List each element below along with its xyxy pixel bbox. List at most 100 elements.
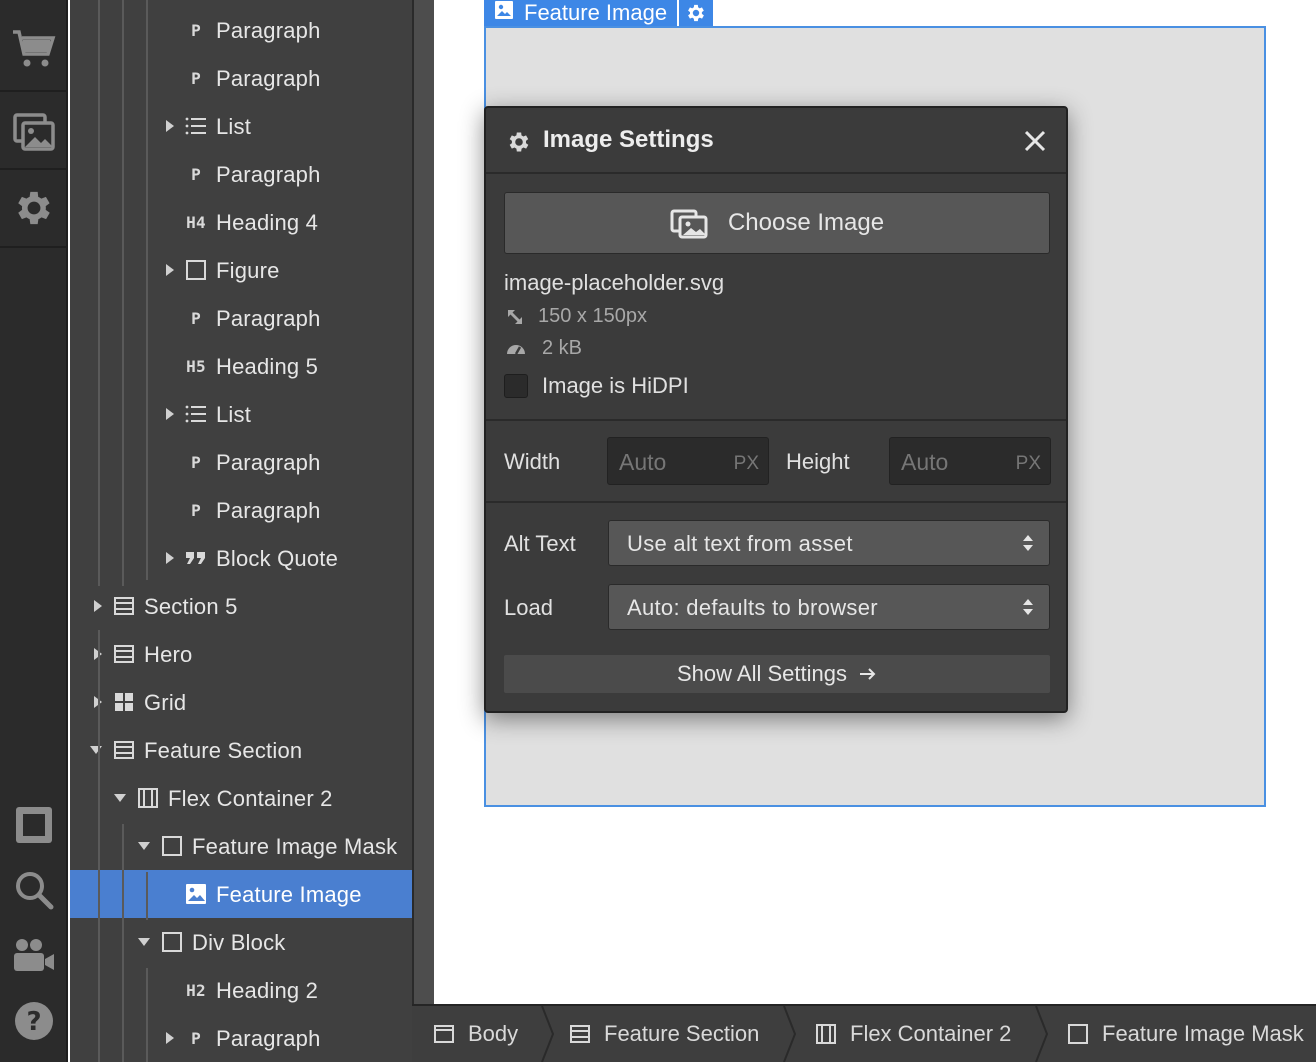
breadcrumb-label: Feature Image Mask	[1102, 1021, 1304, 1046]
close-icon[interactable]	[1022, 128, 1048, 159]
chevron-right-icon[interactable]	[166, 552, 174, 564]
chevron-down-icon[interactable]	[138, 842, 150, 850]
navigator-item-label: Feature Image Mask	[192, 834, 398, 859]
navigator-item-label: Paragraph	[216, 1026, 321, 1051]
chevron-right-icon[interactable]	[166, 264, 174, 276]
navigator-item-hero[interactable]: Hero	[70, 630, 412, 678]
alt-text-value: Use alt text from asset	[627, 531, 853, 556]
cart-icon[interactable]	[0, 10, 68, 88]
help-icon[interactable]: ?	[0, 988, 68, 1054]
load-select[interactable]: Auto: defaults to browser	[608, 584, 1050, 630]
container-icon	[814, 1022, 838, 1046]
hidpi-label: Image is HiDPI	[542, 373, 689, 398]
assets-icon[interactable]	[0, 92, 68, 168]
navigator-item-label: Figure	[216, 258, 280, 283]
breadcrumb-item-feature-section[interactable]: Feature Section	[568, 1006, 759, 1062]
gauge-icon	[506, 340, 526, 361]
navigator-item-label: Section 5	[144, 594, 238, 619]
breadcrumb-item-feature-image-mask[interactable]: Feature Image Mask	[1066, 1006, 1304, 1062]
chevron-down-icon[interactable]	[90, 746, 102, 754]
width-label: Width	[504, 449, 561, 474]
navigator-scrollbar[interactable]	[412, 0, 434, 1004]
gear-icon[interactable]	[0, 170, 68, 246]
svg-text:?: ?	[26, 1007, 41, 1037]
chevron-right-icon[interactable]	[166, 1032, 174, 1044]
element-label: Feature Image	[524, 0, 668, 25]
navigator-item-section-5[interactable]: Section 5	[70, 582, 412, 630]
breadcrumb-label: Flex Container 2	[850, 1021, 1012, 1046]
search-icon[interactable]	[0, 858, 68, 922]
tree-guide-line	[146, 872, 148, 920]
box-icon	[1066, 1022, 1090, 1046]
navigator-panel: P Paragraph P Paragraph List P Paragraph H4 Head…	[70, 0, 412, 1062]
navigator-item-label: Paragraph	[216, 66, 321, 91]
list-icon	[184, 402, 208, 426]
breadcrumb: Body Feature Section Flex Container 2 Featu…	[412, 1004, 1316, 1062]
height-field[interactable]: Auto PX	[889, 437, 1051, 485]
breadcrumb-item-body[interactable]: Body	[432, 1006, 518, 1062]
show-all-settings-button[interactable]: Show All Settings	[503, 654, 1051, 694]
box-icon	[160, 834, 184, 858]
height-unit[interactable]: PX	[1016, 453, 1041, 475]
preview-box-icon[interactable]	[0, 792, 68, 858]
breadcrumb-label: Body	[468, 1021, 519, 1046]
navigator-item-label: Paragraph	[216, 162, 321, 187]
popup-header: Image Settings	[486, 108, 1066, 174]
choose-image-button[interactable]: Choose Image	[504, 192, 1050, 254]
paragraph-icon: P	[191, 500, 201, 520]
width-placeholder: Auto	[619, 449, 667, 475]
box-icon	[184, 258, 208, 282]
breadcrumb-separator	[1034, 1005, 1050, 1062]
navigator-item-label: List	[216, 114, 252, 139]
grid-icon	[112, 690, 136, 714]
show-all-settings-label: Show All Settings	[677, 661, 847, 686]
heading-icon: H5	[186, 356, 206, 376]
tree-guide-line	[146, 968, 148, 1062]
section-icon	[112, 738, 136, 762]
video-people-icon[interactable]	[0, 922, 68, 988]
paragraph-icon: P	[191, 452, 201, 472]
choose-image-label: Choose Image	[727, 209, 885, 236]
navigator-item-label: List	[216, 402, 252, 427]
alt-text-select[interactable]: Use alt text from asset	[608, 520, 1050, 566]
image-icon	[494, 0, 514, 26]
container-icon	[136, 786, 160, 810]
navigator-item-label: Hero	[144, 642, 193, 667]
chevron-down-icon[interactable]	[138, 938, 150, 946]
navigator-item-feature-section[interactable]: Feature Section	[70, 726, 412, 774]
navigator-item-label: Block Quote	[216, 546, 339, 571]
quote-icon	[184, 546, 208, 570]
width-field[interactable]: Auto PX	[607, 437, 769, 485]
gear-icon	[506, 129, 532, 160]
tree-guide-line	[122, 0, 124, 586]
navigator-item-label: Feature Section	[144, 738, 303, 763]
navigator-item-label: Paragraph	[216, 498, 321, 523]
chevron-right-icon[interactable]	[166, 408, 174, 420]
width-unit[interactable]: PX	[734, 453, 759, 475]
navigator-item-flex-container-2[interactable]: Flex Container 2	[70, 774, 412, 822]
breadcrumb-label: Feature Section	[604, 1021, 760, 1046]
chevron-right-icon[interactable]	[166, 120, 174, 132]
left-toolbar: ?	[0, 0, 68, 1062]
element-label-tag[interactable]: Feature Image	[484, 0, 714, 26]
chevron-down-icon[interactable]	[114, 794, 126, 802]
file-size: 2 kB	[542, 337, 583, 359]
section-icon	[112, 594, 136, 618]
popup-title: Image Settings	[543, 126, 714, 153]
element-settings-gear-icon[interactable]	[679, 0, 714, 26]
hidpi-checkbox[interactable]	[504, 374, 528, 398]
load-value: Auto: defaults to browser	[627, 595, 878, 620]
load-label: Load	[504, 595, 553, 620]
select-arrows-icon	[1021, 533, 1035, 558]
alt-text-label: Alt Text	[504, 531, 576, 556]
section-icon	[112, 642, 136, 666]
heading-icon: H4	[186, 212, 206, 232]
navigator-item-label: Paragraph	[216, 306, 321, 331]
breadcrumb-item-flex-container-2[interactable]: Flex Container 2	[814, 1006, 1011, 1062]
navigator-item-label: Flex Container 2	[168, 786, 333, 811]
navigator-item-label: Paragraph	[216, 450, 321, 475]
navigator-item-label: Heading 5	[216, 354, 319, 379]
image-icon	[184, 882, 208, 906]
navigator-item-grid[interactable]: Grid	[70, 678, 412, 726]
chevron-right-icon[interactable]	[94, 600, 102, 612]
